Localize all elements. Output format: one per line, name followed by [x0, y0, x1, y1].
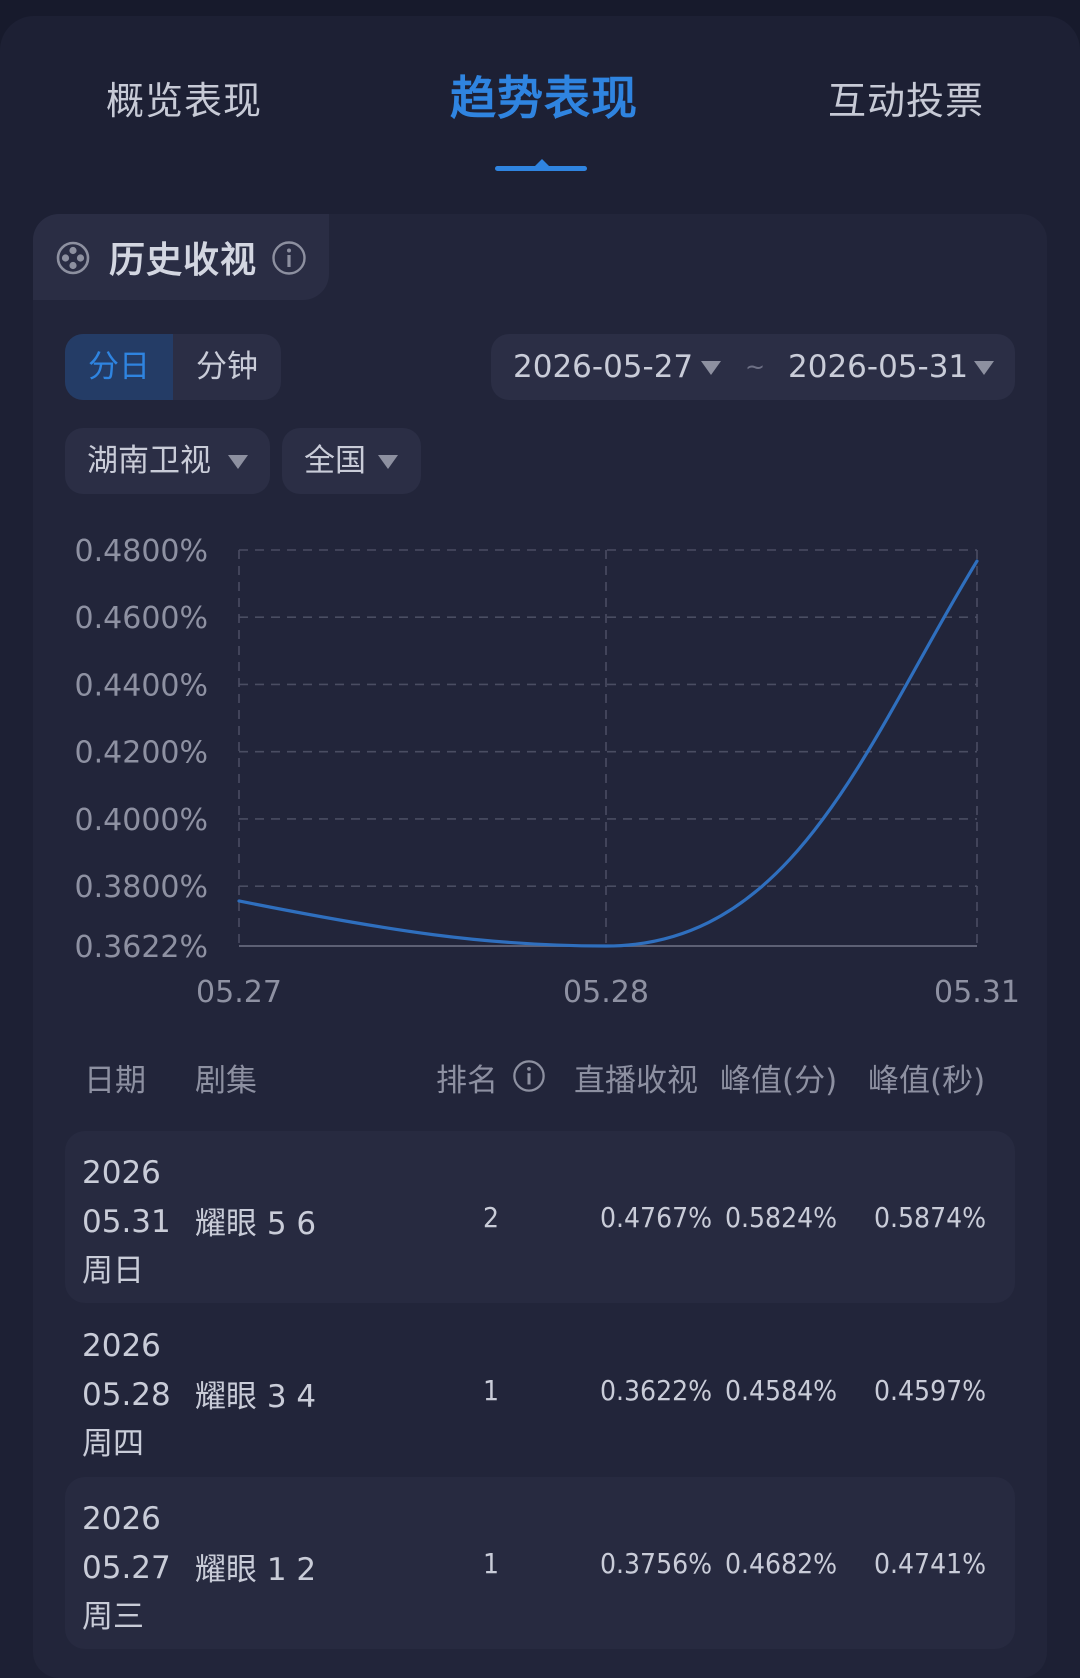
x-tick-label: 05.28	[563, 975, 649, 1010]
row-episode: 耀眼 5 6	[195, 1206, 317, 1242]
y-tick-label: 0.3622%	[75, 930, 208, 965]
col-rank: 排名	[436, 1063, 498, 1099]
film-reel-icon	[56, 241, 90, 275]
row-peak-minute: 0.4584%	[725, 1374, 838, 1407]
row-peak-minute: 0.5824%	[725, 1201, 838, 1234]
info-icon[interactable]	[512, 1059, 546, 1093]
series-line	[237, 559, 979, 948]
col-date: 日期	[84, 1063, 146, 1099]
row-weekday: 周三	[82, 1599, 144, 1635]
tab-bar: 概览表现 趋势表现 互动投票	[0, 56, 1080, 186]
table-header: 日期 剧集 排名 直播收视 峰值(分) 峰值(秒)	[0, 1055, 1080, 1115]
y-tick-label: 0.4400%	[75, 668, 208, 703]
y-tick-label: 0.4200%	[75, 736, 208, 771]
y-tick-label: 0.4000%	[75, 803, 208, 838]
minute-button[interactable]: 分钟	[173, 334, 281, 400]
row-rank: 1	[483, 1374, 500, 1407]
row-episode: 耀眼 1 2	[195, 1552, 317, 1588]
chevron-down-icon	[701, 361, 721, 375]
y-tick-label: 0.4600%	[75, 601, 208, 636]
row-day: 05.28	[82, 1377, 171, 1413]
row-day: 05.27	[82, 1550, 171, 1586]
col-episode: 剧集	[195, 1063, 257, 1099]
row-weekday: 周日	[82, 1253, 144, 1289]
col-peak-minute: 峰值(分)	[720, 1063, 838, 1099]
date-range-picker: 2026-05-27 ~ 2026-05-31	[491, 334, 1015, 400]
row-rank: 2	[483, 1201, 500, 1234]
table-row[interactable]: 2026 05.31 周日 耀眼 5 6 2 0.4767% 0.5824% 0…	[65, 1131, 1015, 1303]
x-tick-label: 05.31	[934, 975, 1020, 1010]
row-episode: 耀眼 3 4	[195, 1379, 317, 1415]
row-year: 2026	[82, 1328, 161, 1364]
chevron-down-icon	[974, 361, 994, 375]
region-value: 全国	[304, 443, 366, 479]
granularity-toggle: 分日 分钟	[65, 334, 281, 400]
range-separator: ~	[745, 353, 766, 381]
table-row[interactable]: 2026 05.28 周四 耀眼 3 4 1 0.3622% 0.4584% 0…	[65, 1304, 1015, 1476]
start-date-select[interactable]: 2026-05-27	[513, 334, 693, 400]
row-date: 2026 05.27 周三	[82, 1495, 171, 1642]
x-tick-label: 05.27	[196, 975, 282, 1010]
daily-button[interactable]: 分日	[65, 334, 173, 400]
y-tick-label: 0.4800%	[75, 534, 208, 569]
chevron-down-icon	[378, 455, 398, 469]
end-date-select[interactable]: 2026-05-31	[788, 334, 968, 400]
channel-dropdown[interactable]: 湖南卫视	[65, 428, 270, 494]
tab-overview[interactable]: 概览表现	[106, 70, 262, 125]
row-peak-second: 0.4741%	[874, 1547, 987, 1580]
row-peak-second: 0.5874%	[874, 1201, 987, 1234]
chevron-down-icon	[228, 455, 248, 469]
table-row[interactable]: 2026 05.27 周三 耀眼 1 2 1 0.3756% 0.4682% 0…	[65, 1477, 1015, 1649]
row-rank: 1	[483, 1547, 500, 1580]
row-year: 2026	[82, 1155, 161, 1191]
col-peak-second: 峰值(秒)	[868, 1063, 986, 1099]
row-year: 2026	[82, 1501, 161, 1537]
row-live-rating: 0.3756%	[600, 1547, 713, 1580]
row-weekday: 周四	[82, 1426, 144, 1462]
row-day: 05.31	[82, 1204, 171, 1240]
col-live-rating: 直播收视	[574, 1063, 698, 1099]
channel-value: 湖南卫视	[87, 443, 211, 479]
row-date: 2026 05.31 周日	[82, 1149, 171, 1296]
row-peak-second: 0.4597%	[874, 1374, 987, 1407]
tab-trend[interactable]: 趋势表现	[450, 62, 638, 128]
active-tab-indicator	[495, 159, 587, 171]
row-live-rating: 0.4767%	[600, 1201, 713, 1234]
row-live-rating: 0.3622%	[600, 1374, 713, 1407]
tab-voting[interactable]: 互动投票	[828, 70, 984, 125]
row-peak-minute: 0.4682%	[725, 1547, 838, 1580]
row-date: 2026 05.28 周四	[82, 1322, 171, 1469]
section-title: 历史收视	[109, 240, 258, 281]
ratings-line-chart: 0.4800% 0.4600% 0.4400% 0.4200% 0.4000% 0.380…	[75, 534, 1020, 1010]
region-dropdown[interactable]: 全国	[282, 428, 421, 494]
info-icon[interactable]	[271, 240, 307, 276]
y-tick-label: 0.3800%	[75, 870, 208, 905]
section-header: 历史收视	[33, 214, 329, 300]
